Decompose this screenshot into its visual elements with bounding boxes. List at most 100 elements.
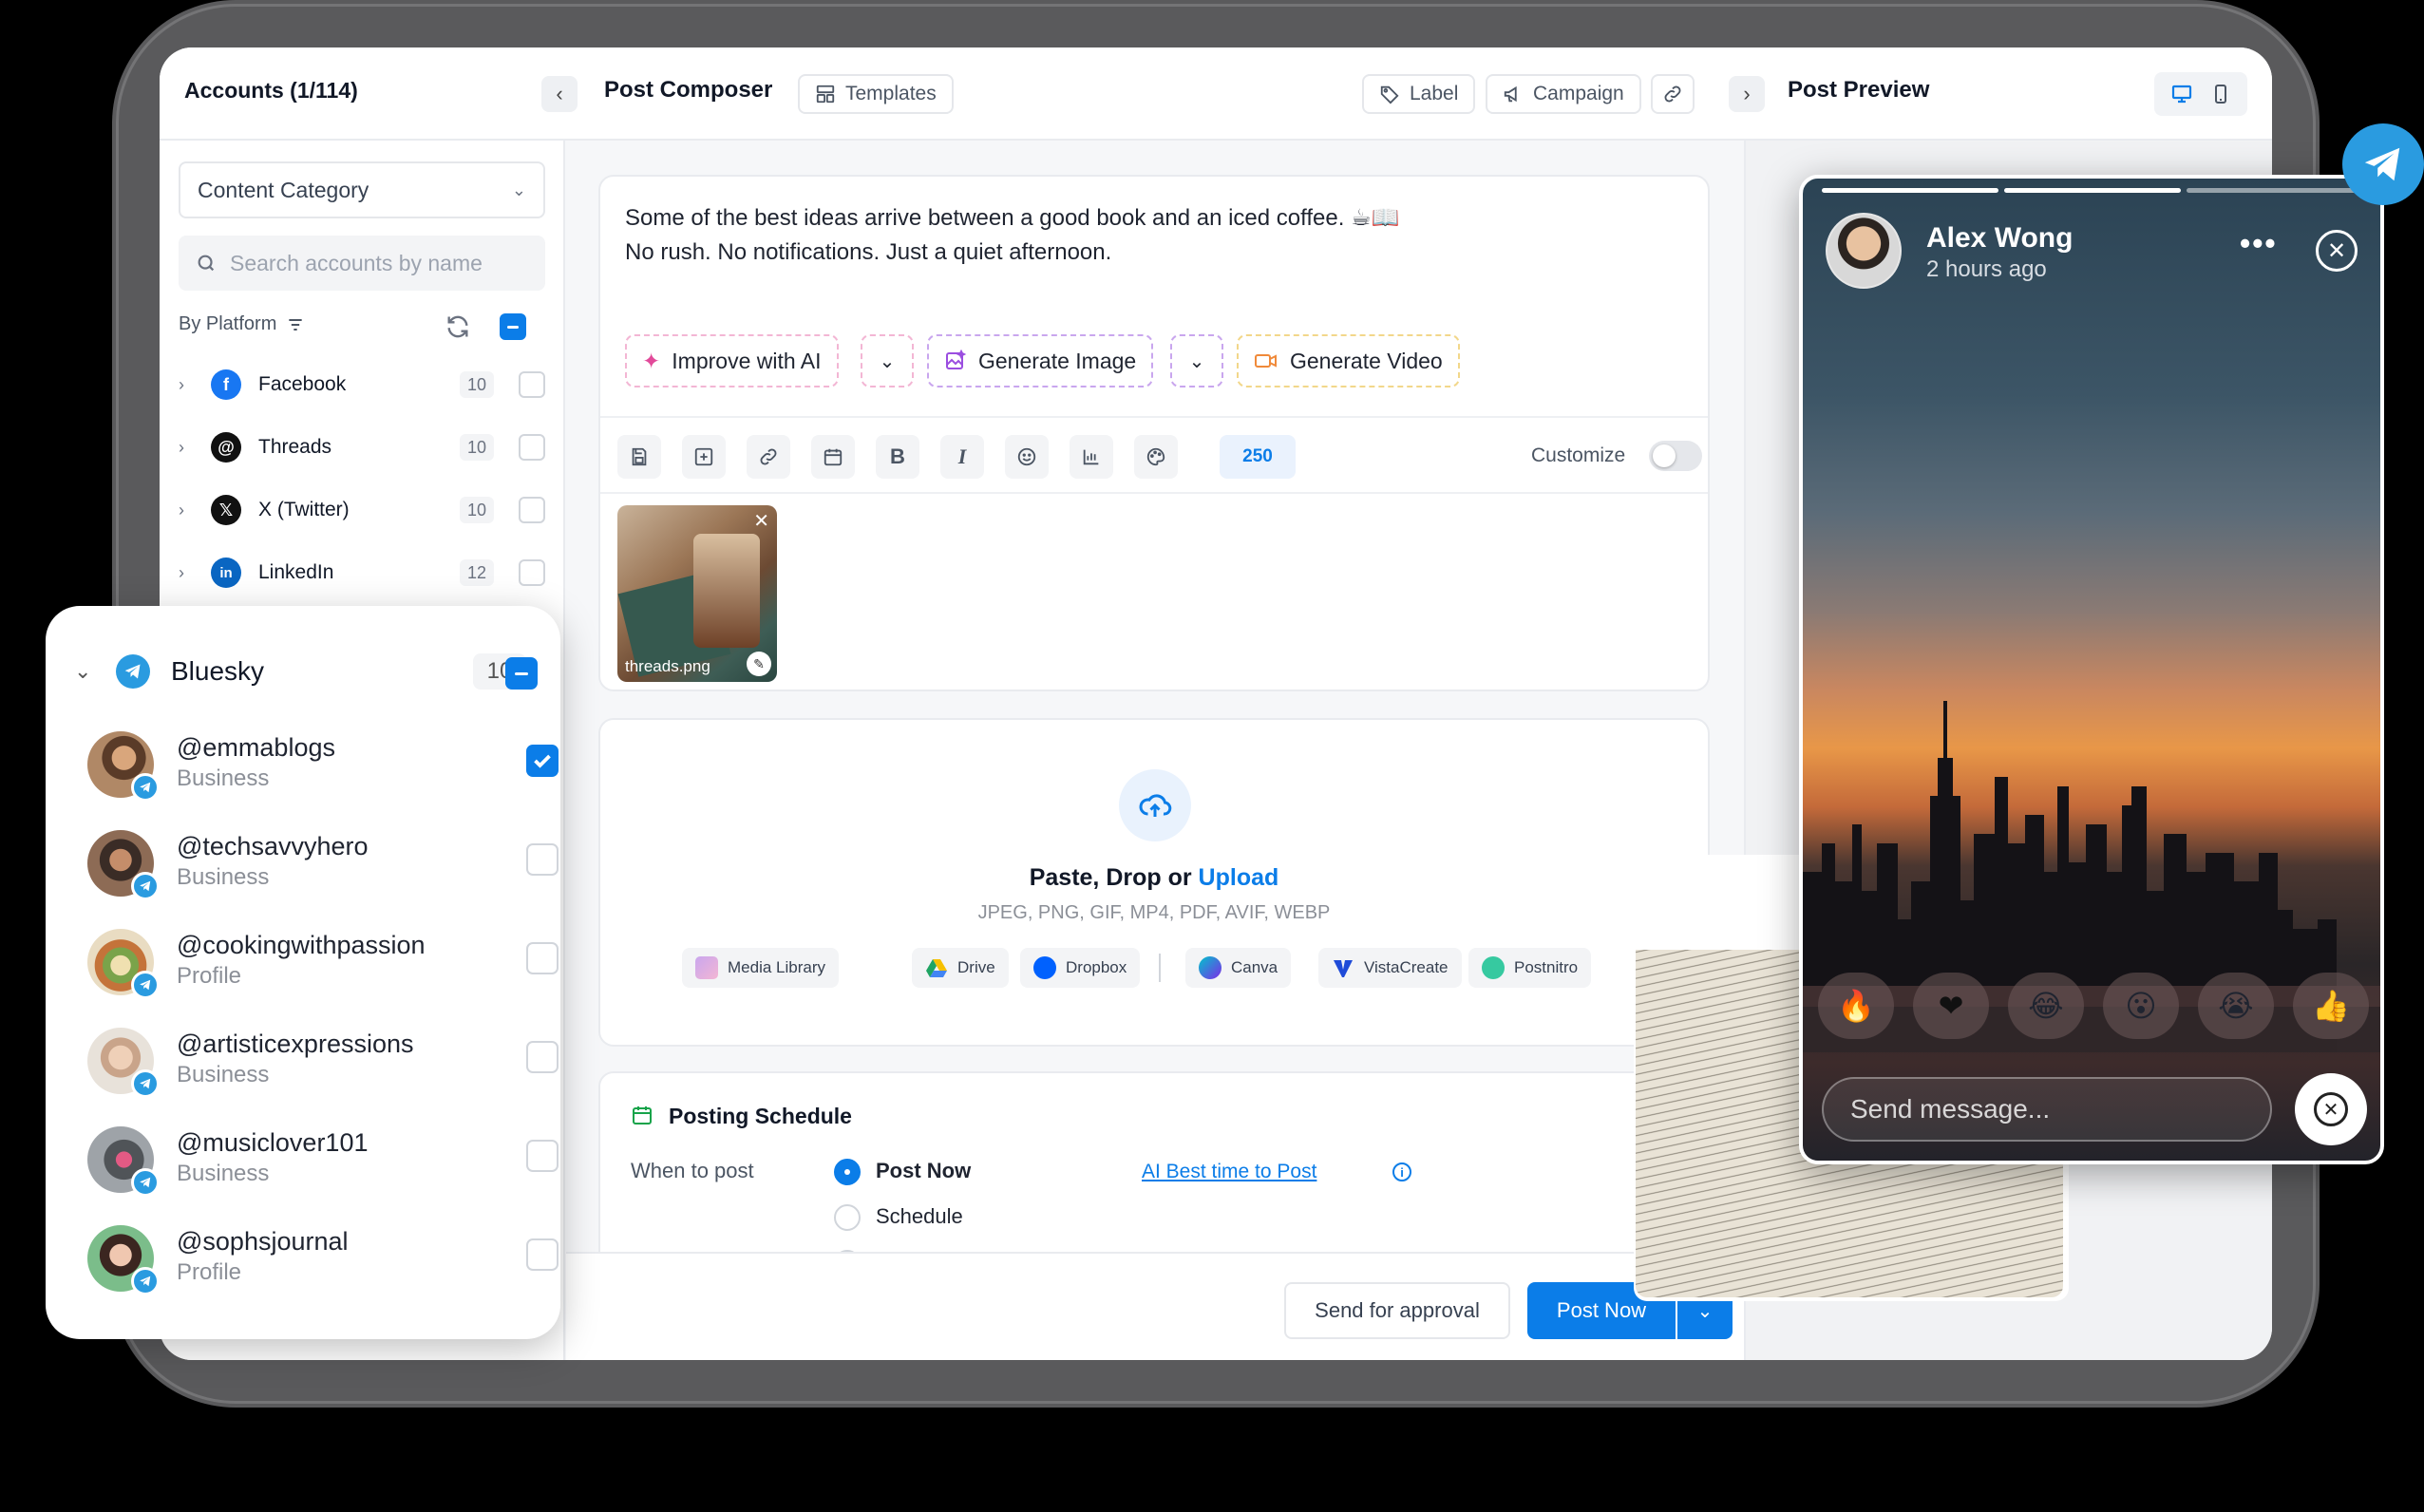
close-icon[interactable]: ✕ bbox=[2316, 230, 2358, 272]
upload-cloud-icon bbox=[1119, 769, 1191, 841]
collapse-left-button[interactable]: ‹ bbox=[541, 76, 578, 112]
upload-link[interactable]: Upload bbox=[1199, 864, 1279, 891]
postnitro-button[interactable]: Postnitro bbox=[1468, 948, 1592, 988]
bold-icon[interactable]: B bbox=[876, 435, 919, 479]
ai-best-time-link[interactable]: AI Best time to Post bbox=[1142, 1161, 1316, 1183]
link-icon[interactable] bbox=[747, 435, 790, 479]
send-button[interactable]: ✕ bbox=[2295, 1073, 2367, 1145]
telegram-badge-icon bbox=[131, 872, 160, 900]
avatar bbox=[87, 1028, 160, 1098]
desktop-icon[interactable] bbox=[2170, 83, 2193, 105]
palette-icon[interactable] bbox=[1134, 435, 1178, 479]
post-editor[interactable]: Some of the best ideas arrive between a … bbox=[598, 175, 1710, 691]
generate-image-dropdown[interactable]: ⌄ bbox=[1170, 334, 1223, 387]
story-progress-segment bbox=[2187, 188, 2363, 193]
linkedin-icon: in bbox=[211, 558, 241, 588]
mobile-icon[interactable] bbox=[2209, 83, 2232, 105]
fire-reaction-icon[interactable]: 🔥 bbox=[1818, 973, 1894, 1039]
label-button[interactable]: Label bbox=[1362, 74, 1476, 114]
view-toggle[interactable] bbox=[2154, 72, 2247, 116]
source-label: Canva bbox=[1231, 958, 1278, 976]
account-row[interactable]: @musiclover101 Business bbox=[87, 1123, 559, 1199]
calendar-icon[interactable] bbox=[811, 435, 855, 479]
account-checkbox[interactable] bbox=[526, 942, 559, 974]
templates-button[interactable]: Templates bbox=[798, 74, 954, 114]
platform-checkbox[interactable] bbox=[519, 371, 545, 398]
chart-icon[interactable] bbox=[1070, 435, 1113, 479]
account-row[interactable]: @sophsjournal Profile bbox=[87, 1221, 559, 1297]
schedule-option[interactable]: Schedule bbox=[876, 1204, 963, 1229]
improve-with-ai-button[interactable]: ✦ Improve with AI bbox=[625, 334, 839, 387]
account-checkbox[interactable] bbox=[526, 1238, 559, 1271]
platform-checkbox[interactable] bbox=[519, 434, 545, 461]
post-line-2: No rush. No notifications. Just a quiet … bbox=[625, 239, 1112, 265]
account-row[interactable]: @techsavvyhero Business bbox=[87, 826, 559, 902]
account-checkbox[interactable] bbox=[526, 1140, 559, 1172]
group-checkbox[interactable] bbox=[505, 657, 538, 690]
heart-reaction-icon[interactable]: ❤ bbox=[1913, 973, 1989, 1039]
attachment-thumbnail[interactable]: ✕ threads.png ✎ bbox=[617, 505, 777, 682]
canva-button[interactable]: Canva bbox=[1185, 948, 1292, 988]
edit-attachment-icon[interactable]: ✎ bbox=[747, 652, 771, 676]
upload-dropzone[interactable]: Paste, Drop or Upload JPEG, PNG, GIF, MP… bbox=[598, 718, 1710, 1047]
italic-icon[interactable]: I bbox=[940, 435, 984, 479]
platform-name: Facebook bbox=[258, 373, 347, 395]
collapse-right-button[interactable]: › bbox=[1729, 76, 1765, 112]
select-all-checkbox[interactable] bbox=[500, 313, 526, 340]
account-checkbox[interactable] bbox=[526, 745, 559, 777]
customize-toggle[interactable] bbox=[1649, 441, 1702, 471]
account-checkbox[interactable] bbox=[526, 843, 559, 876]
post-now-option[interactable]: Post Now bbox=[876, 1159, 971, 1183]
media-library-button[interactable]: Media Library bbox=[682, 948, 839, 988]
info-icon[interactable]: i bbox=[1392, 1162, 1411, 1181]
emoji-icon[interactable] bbox=[1005, 435, 1049, 479]
top-header: Accounts (1/114) ‹ Post Composer Templat… bbox=[160, 47, 2272, 141]
sparkle-icon: ✦ bbox=[642, 348, 661, 373]
send-for-approval-button[interactable]: Send for approval bbox=[1284, 1282, 1510, 1339]
post-now-radio[interactable] bbox=[834, 1159, 861, 1185]
laugh-reaction-icon[interactable]: 😂 bbox=[2008, 973, 2084, 1039]
post-text-area[interactable]: Some of the best ideas arrive between a … bbox=[625, 201, 1399, 270]
generate-video-button[interactable]: Generate Video bbox=[1237, 334, 1460, 387]
megaphone-icon bbox=[1504, 85, 1517, 103]
templates-icon bbox=[816, 85, 835, 104]
crying-reaction-icon[interactable]: 😭 bbox=[2198, 973, 2274, 1039]
more-options-icon[interactable]: ••• bbox=[2240, 226, 2278, 261]
improve-ai-dropdown[interactable]: ⌄ bbox=[861, 334, 914, 387]
platform-row-threads[interactable]: › @ Threads 10 bbox=[179, 424, 549, 471]
telegram-icon bbox=[116, 654, 150, 689]
bluesky-group-header[interactable]: ⌄ Bluesky 10 bbox=[74, 650, 540, 693]
account-row[interactable]: @cookingwithpassion Profile bbox=[87, 925, 559, 1001]
x-twitter-icon: 𝕏 bbox=[211, 495, 241, 525]
by-platform-filter[interactable]: By Platform bbox=[179, 313, 305, 335]
refresh-icon[interactable] bbox=[445, 313, 471, 340]
dropbox-button[interactable]: Dropbox bbox=[1020, 948, 1141, 988]
content-category-select[interactable]: Content Category ⌄ bbox=[179, 161, 545, 218]
platform-row-facebook[interactable]: › f Facebook 10 bbox=[179, 361, 549, 408]
search-accounts-input[interactable]: Search accounts by name bbox=[179, 236, 545, 291]
link-button[interactable] bbox=[1651, 74, 1695, 114]
vistacreate-button[interactable]: VistaCreate bbox=[1318, 948, 1462, 988]
platform-checkbox[interactable] bbox=[519, 497, 545, 523]
remove-attachment-icon[interactable]: ✕ bbox=[753, 509, 769, 533]
surprised-reaction-icon[interactable]: 😮 bbox=[2103, 973, 2179, 1039]
media-icon[interactable] bbox=[682, 435, 726, 479]
schedule-radio[interactable] bbox=[834, 1204, 861, 1231]
thumbs-up-reaction-icon[interactable]: 👍 bbox=[2293, 973, 2369, 1039]
account-row[interactable]: @emmablogs Business bbox=[87, 728, 559, 803]
campaign-button[interactable]: Campaign bbox=[1486, 74, 1641, 114]
generate-video-label: Generate Video bbox=[1290, 348, 1443, 373]
customize-label: Customize bbox=[1531, 444, 1626, 466]
avatar bbox=[87, 1126, 160, 1197]
drive-button[interactable]: Drive bbox=[912, 948, 1009, 988]
save-icon[interactable] bbox=[617, 435, 661, 479]
platform-row-x[interactable]: › 𝕏 X (Twitter) 10 bbox=[179, 486, 549, 534]
account-row[interactable]: @artisticexpressions Business bbox=[87, 1024, 559, 1100]
generate-image-button[interactable]: Generate Image bbox=[927, 334, 1154, 387]
account-handle: @sophsjournal bbox=[177, 1227, 349, 1256]
account-checkbox[interactable] bbox=[526, 1041, 559, 1073]
platform-checkbox[interactable] bbox=[519, 559, 545, 586]
send-message-input[interactable]: Send message... bbox=[1822, 1077, 2272, 1142]
attachment-filename: threads.png bbox=[625, 657, 710, 675]
platform-row-linkedin[interactable]: › in LinkedIn 12 bbox=[179, 549, 549, 596]
